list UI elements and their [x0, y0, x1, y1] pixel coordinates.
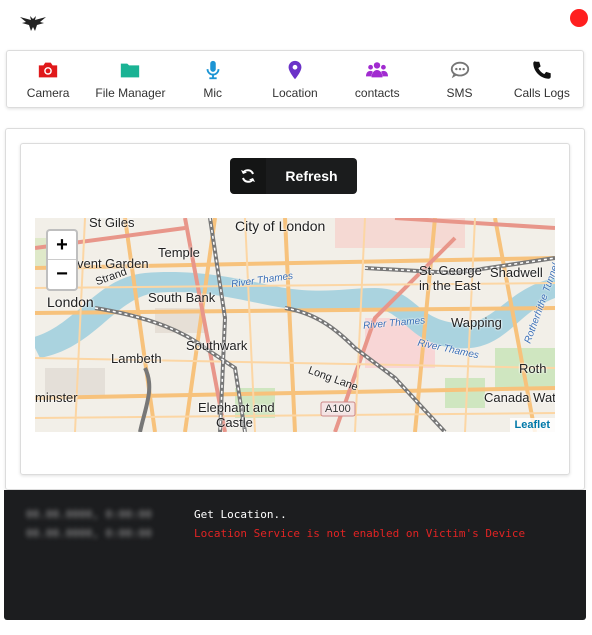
map-label-elephant: Elephant and: [198, 400, 275, 415]
map-label-castle: Castle: [216, 415, 253, 430]
chat-icon: [450, 61, 469, 79]
leaflet-attribution-link[interactable]: Leaflet: [509, 418, 555, 432]
mic-button[interactable]: Mic: [172, 51, 254, 107]
location-label: Location: [272, 86, 318, 100]
refresh-button[interactable]: Refresh: [230, 158, 357, 194]
log-line-get-location: Get Location..: [194, 508, 287, 521]
location-map[interactable]: St Giles City of London vent Garden Temp…: [35, 218, 555, 432]
map-label-minster: minster: [35, 390, 78, 405]
map-label-st-giles: St Giles: [89, 218, 135, 230]
log-timestamp: 00.00.0000, 0:00:00: [26, 508, 152, 521]
map-label-london: London: [47, 294, 94, 310]
contacts-button[interactable]: contacts: [336, 51, 418, 107]
eagle-logo-icon: [20, 16, 46, 31]
map-label-in-the-east: in the East: [419, 278, 481, 293]
map-label-shadwell: Shadwell: [490, 265, 543, 280]
refresh-label: Refresh: [285, 168, 338, 184]
users-icon: [366, 62, 389, 78]
map-label-a100: A100: [325, 403, 351, 415]
camera-icon: [38, 62, 58, 78]
sms-button[interactable]: SMS: [418, 51, 500, 107]
map-label-st-george: St. George: [419, 263, 482, 278]
zoom-out-button[interactable]: −: [48, 260, 76, 289]
log-console: 00.00.0000, 0:00:00 00.00.0000, 0:00:00 …: [4, 490, 586, 620]
log-line-error: Location Service is not enabled on Victi…: [194, 527, 526, 540]
map-label-roth: Roth: [519, 361, 547, 376]
map-label-canada-water: Canada Wate: [484, 390, 555, 405]
phone-icon: [533, 61, 551, 79]
zoom-control: + −: [46, 229, 78, 291]
camera-button[interactable]: Camera: [7, 51, 89, 107]
map-label-southwark: Southwark: [186, 338, 248, 353]
zoom-in-button[interactable]: +: [48, 231, 76, 260]
map-pin-icon: [288, 60, 302, 80]
folder-icon: [121, 63, 140, 78]
mic-icon: [206, 60, 220, 80]
map-label-city-of-london: City of London: [235, 218, 326, 234]
calls-logs-button[interactable]: Calls Logs: [501, 51, 583, 107]
sms-label: SMS: [446, 86, 473, 100]
file-manager-button[interactable]: File Manager: [89, 51, 171, 107]
map-label-temple: Temple: [158, 245, 200, 260]
mic-label: Mic: [203, 86, 223, 100]
calls-logs-label: Calls Logs: [513, 86, 570, 100]
map-label-lambeth: Lambeth: [111, 351, 162, 366]
feature-toolbar: Camera File Manager Mic Location contact…: [6, 50, 584, 108]
log-timestamp: 00.00.0000, 0:00:00: [26, 527, 152, 540]
status-indicator: [570, 9, 588, 27]
camera-label: Camera: [26, 86, 70, 100]
file-manager-label: File Manager: [95, 86, 166, 100]
contacts-label: contacts: [354, 86, 400, 100]
map-label-south-bank: South Bank: [148, 290, 216, 305]
map-label-wapping: Wapping: [451, 315, 502, 330]
location-button[interactable]: Location: [254, 51, 336, 107]
refresh-icon: [230, 158, 266, 194]
